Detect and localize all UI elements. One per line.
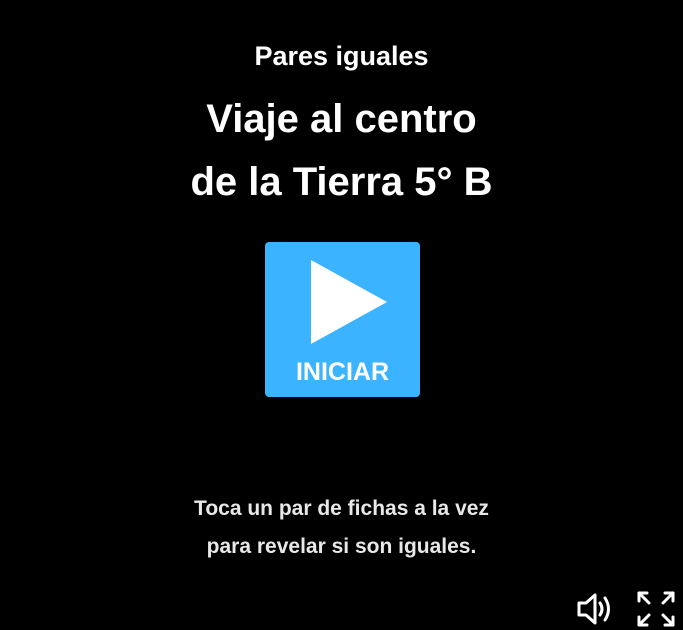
start-button-label: INICIAR xyxy=(295,358,390,386)
speaker-icon xyxy=(577,593,610,625)
game-stage: Pares iguales Viaje al centro de la Tier… xyxy=(0,0,683,630)
start-button[interactable]: INICIAR xyxy=(265,242,420,397)
game-title-line-2: de la Tierra 5° B xyxy=(190,160,493,204)
play-icon xyxy=(311,260,387,344)
game-title: Viaje al centro de la Tierra 5° B xyxy=(0,88,683,214)
game-type-label: Pares iguales xyxy=(254,41,429,71)
instructions-line-1: Toca un par de fichas a la vez xyxy=(194,497,489,520)
fullscreen-button[interactable] xyxy=(636,590,676,628)
instructions-line-2: para revelar si son iguales. xyxy=(206,535,477,558)
game-title-line-1: Viaje al centro xyxy=(206,97,477,141)
sound-button[interactable] xyxy=(575,590,615,628)
fullscreen-icon xyxy=(637,591,675,627)
instructions: Toca un par de fichas a la vez para reve… xyxy=(0,490,683,566)
